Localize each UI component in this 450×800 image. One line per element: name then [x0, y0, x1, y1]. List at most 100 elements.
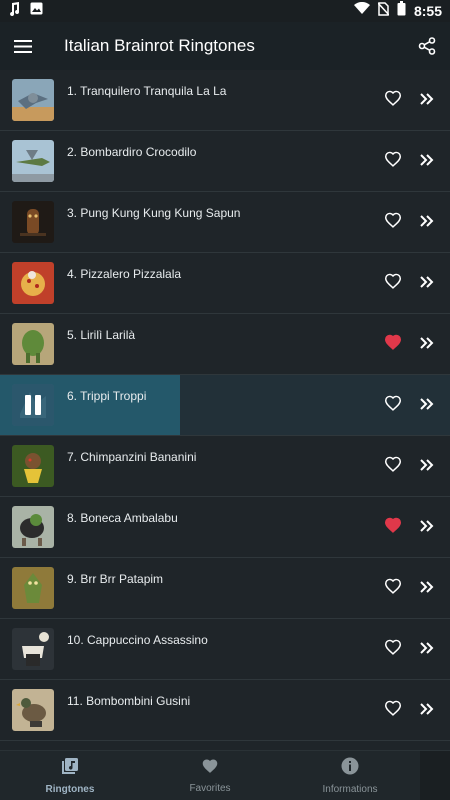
open-details-button[interactable] — [410, 375, 444, 436]
ringtone-row[interactable]: 9. Brr Brr Patapim — [0, 558, 450, 619]
info-icon — [341, 757, 359, 780]
wifi-icon — [353, 1, 370, 20]
heart-outline-icon — [384, 90, 402, 111]
heart-outline-icon — [384, 273, 402, 294]
nav-label: Informations — [322, 783, 378, 795]
ringtone-row-playing[interactable]: 6. Trippi Troppi — [0, 375, 450, 436]
ringtone-thumbnail — [12, 445, 54, 487]
ringtone-list[interactable]: 1. Tranquilero Tranquila La La 2. Bombar… — [0, 70, 450, 750]
open-details-button[interactable] — [410, 436, 444, 497]
nav-bar-edge — [420, 751, 450, 800]
ringtone-thumbnail — [12, 323, 54, 365]
ringtone-title: 3. Pung Kung Kung Kung Sapun — [67, 206, 241, 220]
nav-label: Ringtones — [45, 783, 95, 795]
open-details-button[interactable] — [410, 619, 444, 680]
ringtone-title: 10. Cappuccino Assassino — [67, 633, 208, 647]
ringtone-row[interactable]: 5. Lirilì Larilà — [0, 314, 450, 375]
open-details-button[interactable] — [410, 70, 444, 131]
no-sim-icon — [377, 1, 390, 21]
ringtone-row[interactable]: 11. Bombombini Gusini — [0, 680, 450, 741]
music-note-icon — [8, 1, 20, 21]
nav-label: Favorites — [189, 782, 231, 794]
open-details-button[interactable] — [410, 192, 444, 253]
nav-tab-favorites[interactable]: Favorites — [140, 751, 280, 800]
heart-icon — [201, 758, 219, 779]
ringtone-row[interactable]: 2. Bombardiro Crocodilo — [0, 131, 450, 192]
ringtone-thumbnail — [12, 79, 54, 121]
ringtone-thumbnail — [12, 689, 54, 731]
open-details-button[interactable] — [410, 314, 444, 375]
favorite-button[interactable] — [376, 131, 410, 192]
open-details-button[interactable] — [410, 253, 444, 314]
bottom-navigation: Ringtones Favorites Informations — [0, 750, 450, 800]
double-chevron-right-icon — [420, 397, 434, 415]
ringtone-title: 4. Pizzalero Pizzalala — [67, 267, 182, 281]
open-details-button[interactable] — [410, 497, 444, 558]
favorite-button[interactable] — [376, 497, 410, 558]
ringtone-row[interactable]: 3. Pung Kung Kung Kung Sapun — [0, 192, 450, 253]
favorite-button[interactable] — [376, 253, 410, 314]
pause-button[interactable] — [12, 384, 54, 426]
favorite-button[interactable] — [376, 314, 410, 375]
double-chevron-right-icon — [420, 214, 434, 232]
heart-outline-icon — [384, 151, 402, 172]
favorite-button[interactable] — [376, 558, 410, 619]
heart-filled-icon — [384, 334, 402, 355]
hamburger-menu-icon[interactable] — [0, 22, 46, 70]
ringtone-thumbnail — [12, 567, 54, 609]
ringtone-title: 9. Brr Brr Patapim — [67, 572, 164, 586]
favorite-button[interactable] — [376, 680, 410, 741]
pause-icon — [24, 394, 42, 416]
double-chevron-right-icon — [420, 458, 434, 476]
favorite-button[interactable] — [376, 192, 410, 253]
ringtone-title: 11. Bombombini Gusini — [67, 694, 191, 708]
ringtone-row[interactable]: 1. Tranquilero Tranquila La La — [0, 70, 450, 131]
share-icon[interactable] — [404, 22, 450, 70]
open-details-button[interactable] — [410, 131, 444, 192]
double-chevron-right-icon — [420, 336, 434, 354]
ringtone-title: 8. Boneca Ambalabu — [67, 511, 178, 525]
favorite-button[interactable] — [376, 436, 410, 497]
heart-outline-icon — [384, 639, 402, 660]
ringtone-thumbnail — [12, 506, 54, 548]
ringtone-title: 1. Tranquilero Tranquila La La — [67, 84, 227, 98]
nav-tab-ringtones[interactable]: Ringtones — [0, 751, 140, 800]
double-chevron-right-icon — [420, 641, 434, 659]
ringtone-row[interactable]: 10. Cappuccino Assassino — [0, 619, 450, 680]
heart-outline-icon — [384, 395, 402, 416]
ringtone-thumbnail — [12, 201, 54, 243]
double-chevron-right-icon — [420, 153, 434, 171]
image-icon — [30, 2, 43, 20]
status-bar: 8:55 — [0, 0, 450, 22]
app-bar: Italian Brainrot Ringtones — [0, 22, 450, 70]
favorite-button[interactable] — [376, 619, 410, 680]
ringtone-row[interactable]: 7. Chimpanzini Bananini — [0, 436, 450, 497]
ringtone-thumbnail — [12, 384, 54, 426]
ringtone-thumbnail — [12, 628, 54, 670]
heart-filled-icon — [384, 517, 402, 538]
double-chevron-right-icon — [420, 580, 434, 598]
favorite-button[interactable] — [376, 375, 410, 436]
ringtone-title: 2. Bombardiro Crocodilo — [67, 145, 197, 159]
page-title: Italian Brainrot Ringtones — [64, 36, 255, 55]
battery-icon — [397, 1, 406, 21]
double-chevron-right-icon — [420, 275, 434, 293]
ringtone-row[interactable]: 8. Boneca Ambalabu — [0, 497, 450, 558]
double-chevron-right-icon — [420, 702, 434, 720]
status-time: 8:55 — [413, 3, 442, 19]
nav-tab-informations[interactable]: Informations — [280, 751, 420, 800]
music-library-icon — [61, 757, 79, 780]
heart-outline-icon — [384, 578, 402, 599]
ringtone-row[interactable]: 4. Pizzalero Pizzalala — [0, 253, 450, 314]
open-details-button[interactable] — [410, 680, 444, 741]
double-chevron-right-icon — [420, 519, 434, 537]
ringtone-title: 7. Chimpanzini Bananini — [67, 450, 197, 464]
favorite-button[interactable] — [376, 70, 410, 131]
open-details-button[interactable] — [410, 558, 444, 619]
heart-outline-icon — [384, 456, 402, 477]
ringtone-thumbnail — [12, 140, 54, 182]
double-chevron-right-icon — [420, 92, 434, 110]
ringtone-title: 6. Trippi Troppi — [67, 389, 147, 403]
heart-outline-icon — [384, 700, 402, 721]
ringtone-title: 5. Lirilì Larilà — [67, 328, 136, 342]
